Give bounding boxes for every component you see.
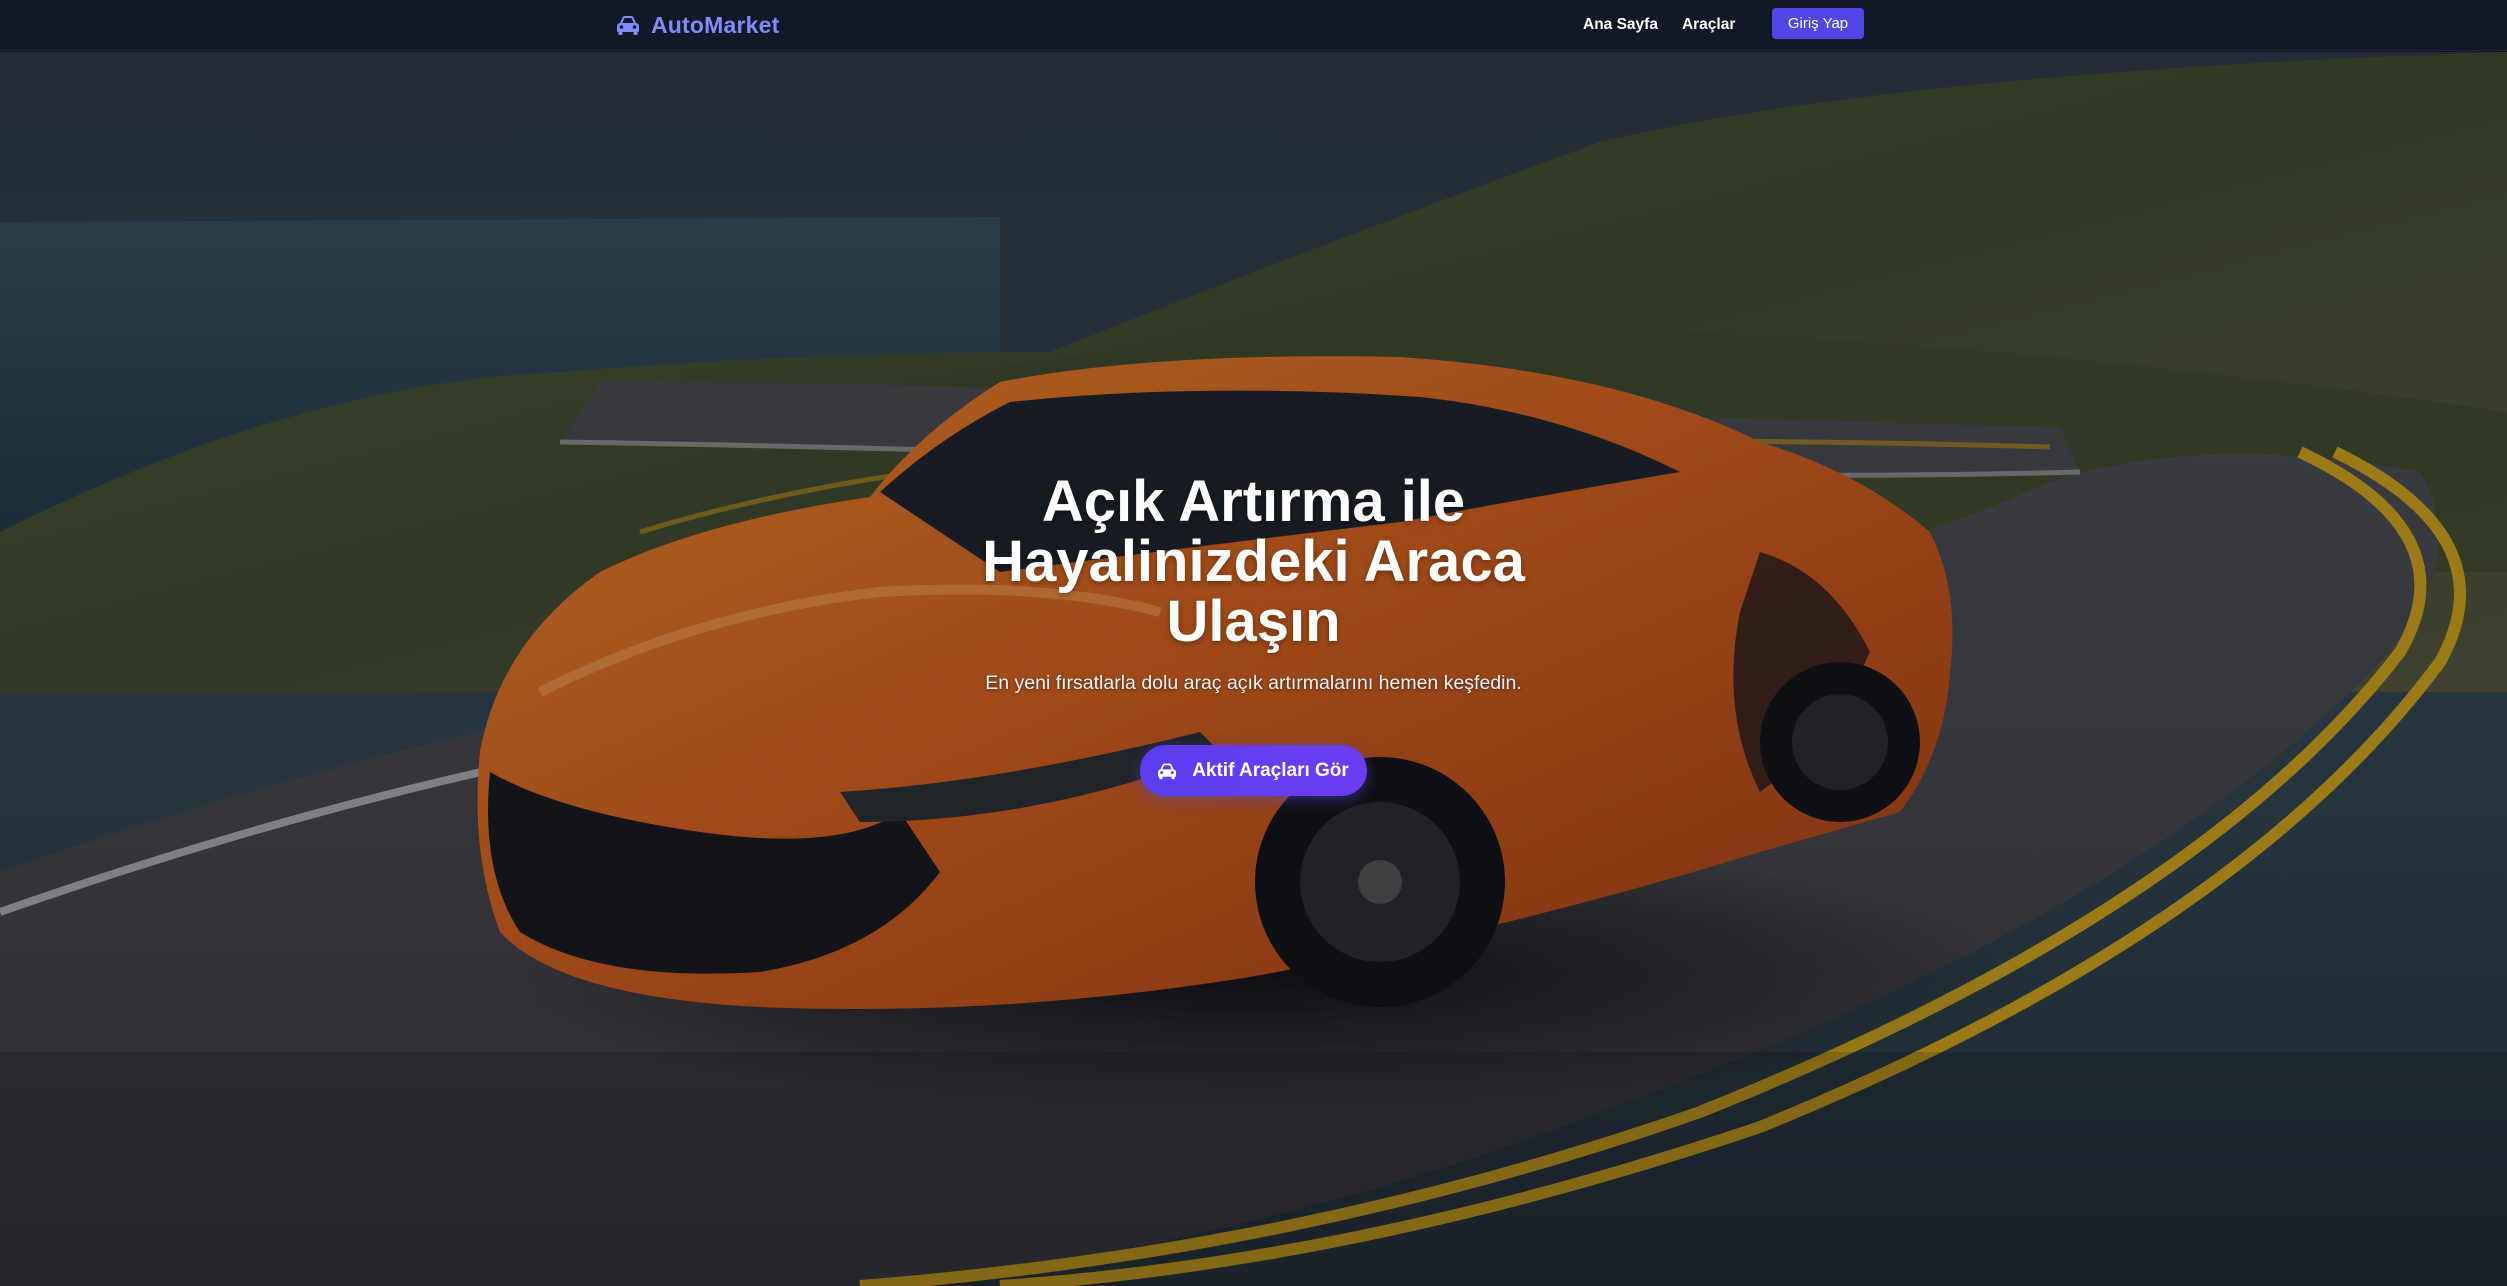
car-icon [617, 16, 639, 35]
brand-logo[interactable]: AutoMarket [615, 10, 780, 40]
nav-link-home[interactable]: Ana Sayfa [1583, 16, 1658, 34]
hero-content: Açık Artırma ile Hayalinizdeki Araca Ula… [0, 472, 2507, 796]
view-active-vehicles-button[interactable]: Aktif Araçları Gör [1140, 745, 1367, 796]
navbar: AutoMarket Ana Sayfa Araçlar Giriş Yap [0, 0, 2507, 51]
brand-name: AutoMarket [651, 11, 780, 38]
hero-title: Açık Artırma ile Hayalinizdeki Araca Ula… [982, 469, 1525, 654]
hero-subtitle: En yeni fırsatlarla dolu araç açık artır… [985, 672, 1522, 694]
nav-link-vehicles[interactable]: Araçlar [1682, 16, 1735, 34]
hero-section: Açık Artırma ile Hayalinizdeki Araca Ula… [0, 52, 2507, 1286]
cta-label: Aktif Araçları Gör [1192, 759, 1349, 781]
nav-links: Ana Sayfa Araçlar [1583, 11, 1759, 39]
login-button[interactable]: Giriş Yap [1772, 8, 1864, 39]
car-icon [1158, 763, 1177, 779]
